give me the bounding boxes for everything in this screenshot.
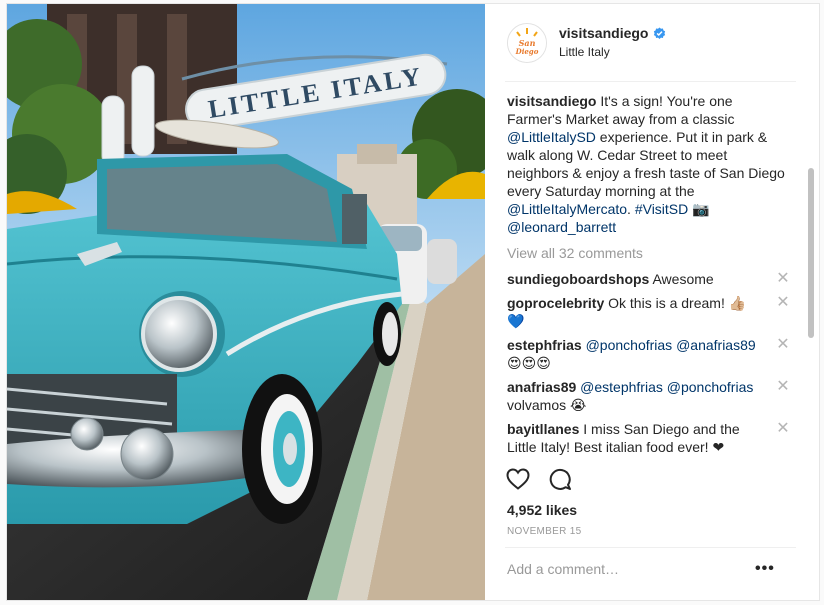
comment-mention[interactable]: @estephfrias <box>580 379 663 395</box>
svg-text:Diego: Diego <box>515 47 539 56</box>
header-username[interactable]: visitsandiego <box>559 25 648 43</box>
delete-comment-icon[interactable]: ✕ <box>775 420 789 438</box>
add-comment-input[interactable] <box>507 561 767 577</box>
comment-text: volvamos 😭 <box>507 397 587 413</box>
post-date[interactable]: NOVEMBER 15 <box>507 526 581 537</box>
comment-username[interactable]: sundiegoboardshops <box>507 271 649 287</box>
heart-outline-icon <box>506 468 530 490</box>
caption-text: . <box>627 201 635 217</box>
likes-count[interactable]: 4,952 likes <box>507 502 577 518</box>
more-options-button[interactable]: ••• <box>755 561 775 577</box>
verified-badge-icon <box>654 27 666 39</box>
post-caption: visitsandiego It's a sign! You're one Fa… <box>507 92 789 236</box>
visitsandiego-logo-icon: San Diego <box>508 23 546 62</box>
like-button[interactable] <box>505 466 531 492</box>
comment-row: sundiegoboardshops Awesome ✕ <box>507 270 789 288</box>
comment-row: estephfrias @ponchofrias @anafrias89 😍😍😍… <box>507 336 789 372</box>
street-scene-image: LITTLE ITALY <box>7 4 485 600</box>
delete-comment-icon[interactable]: ✕ <box>775 336 789 354</box>
view-all-comments-link[interactable]: View all 32 comments <box>507 244 789 262</box>
post-sidebar: San Diego visitsandiego Little Italy vis… <box>485 4 819 600</box>
ellipsis-icon: ••• <box>755 560 775 577</box>
comment-username[interactable]: anafrias89 <box>507 379 576 395</box>
comment-row: bayitllanes I miss San Diego and the Lit… <box>507 420 789 456</box>
caption-mention-littleitalysd[interactable]: @LittleItalySD <box>507 129 596 145</box>
post-header: San Diego visitsandiego Little Italy <box>485 4 819 81</box>
caption-username[interactable]: visitsandiego <box>507 93 596 109</box>
scrollbar-thumb[interactable] <box>808 168 814 338</box>
comment-row: anafrias89 @estephfrias @ponchofrias vol… <box>507 378 789 414</box>
action-bar <box>505 466 573 492</box>
avatar[interactable]: San Diego <box>507 22 547 63</box>
caption-mention-littleitalymercato[interactable]: @LittleItalyMercato <box>507 201 627 217</box>
comment-row: goprocelebrity Ok this is a dream! 👍🏼 💙 ✕ <box>507 294 789 330</box>
footer-divider <box>505 547 796 548</box>
camera-emoji: 📷 <box>688 201 710 217</box>
post-location[interactable]: Little Italy <box>559 45 666 60</box>
delete-comment-icon[interactable]: ✕ <box>775 294 789 312</box>
comment-mention[interactable]: @ponchofrias <box>586 337 673 353</box>
comments-list: visitsandiego It's a sign! You're one Fa… <box>507 92 789 458</box>
comment-username[interactable]: goprocelebrity <box>507 295 604 311</box>
comment-mention[interactable]: @anafrias89 <box>676 337 756 353</box>
comment-mention[interactable]: @ponchofrias <box>667 379 754 395</box>
comment-text: Awesome <box>649 271 714 287</box>
header-divider <box>505 81 796 82</box>
delete-comment-icon[interactable]: ✕ <box>775 270 789 288</box>
speech-bubble-icon <box>549 468 571 490</box>
comments-scrollbar[interactable] <box>807 88 815 458</box>
comment-button[interactable] <box>547 466 573 492</box>
comment-text: 😍😍😍 <box>507 355 551 371</box>
caption-hashtag[interactable]: #VisitSD <box>635 201 688 217</box>
post-container: LITTLE ITALY San Diego visitsandiego Lit… <box>6 3 820 601</box>
caption-mention-leonard-barrett[interactable]: @leonard_barrett <box>507 219 616 235</box>
comment-username[interactable]: estephfrias <box>507 337 582 353</box>
post-photo[interactable]: LITTLE ITALY <box>7 4 485 600</box>
delete-comment-icon[interactable]: ✕ <box>775 378 789 396</box>
comment-username[interactable]: bayitllanes <box>507 421 579 437</box>
